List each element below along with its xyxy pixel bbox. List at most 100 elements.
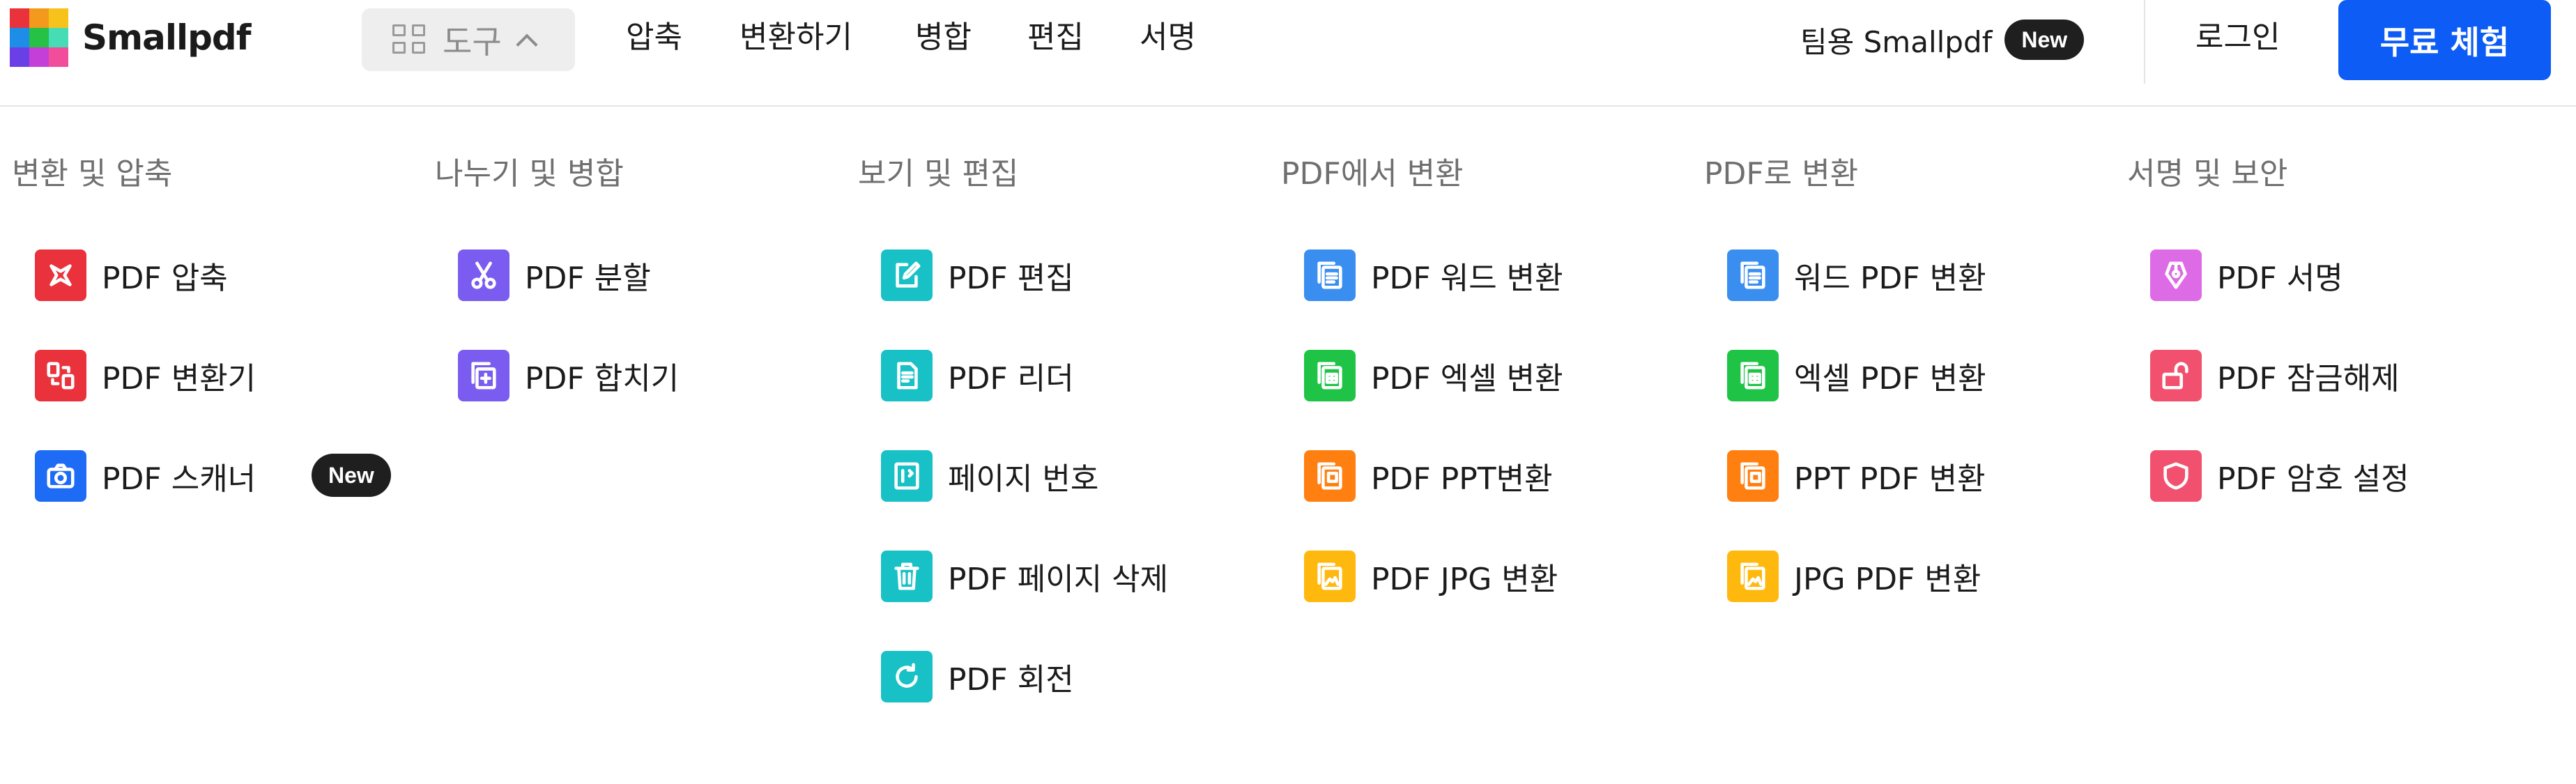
grid-icon	[392, 24, 427, 55]
camera-icon	[35, 449, 86, 502]
smallpdf-logo-mark	[10, 8, 68, 67]
menu-column: PDF로 변환워드 PDF 변환엑셀 PDF 변환 PPT PDF 변환 JPG P…	[1704, 146, 2122, 602]
scissors-icon	[458, 249, 509, 301]
menu-item-label: PDF 변환기	[102, 360, 256, 397]
logo-square	[29, 8, 49, 28]
team-smallpdf-link[interactable]: 팀용 Smallpdf New	[1800, 15, 2085, 64]
menu-item[interactable]: PDF 분할	[458, 249, 679, 301]
menu-item[interactable]: PDF 변환기	[35, 349, 256, 401]
menu-item-label: 워드 PDF 변환	[1794, 260, 1986, 296]
edit-icon	[881, 249, 933, 301]
merge-icon	[458, 349, 509, 401]
menu-item[interactable]: 워드 PDF 변환	[1727, 249, 1986, 301]
menu-item[interactable]: PDF 스캐너 New	[35, 449, 391, 502]
brand-name: Smallpdf	[82, 17, 251, 58]
menu-item-label: 엑셀 PDF 변환	[1794, 360, 1986, 397]
menu-item-label: PDF 엑셀 변환	[1371, 360, 1563, 397]
menu-item-label: PPT PDF 변환	[1794, 461, 1986, 497]
menu-item[interactable]: PDF 합치기	[458, 349, 679, 401]
word-icon	[1727, 249, 1779, 301]
excel-icon	[1304, 349, 1356, 401]
menu-item[interactable]: PDF 엑셀 변환	[1304, 349, 1563, 401]
menu-item-label: PDF 스캐너	[102, 461, 256, 497]
menu-item[interactable]: PDF 잠금해제	[2150, 349, 2409, 401]
free-trial-button[interactable]: 무료 체험	[2338, 0, 2551, 80]
nav-compress[interactable]: 압축	[626, 10, 682, 66]
menu-item-label: PDF 서명	[2217, 260, 2343, 296]
login-link[interactable]: 로그인	[2195, 10, 2280, 66]
menu-column-title: 서명 및 보안	[2127, 156, 2288, 192]
new-badge: New	[2004, 20, 2085, 60]
menu-column: 보기 및 편집 PDF 편집 PDF 리더페이지 번호 PDF 페이지 삭제 PDF 회…	[858, 146, 1276, 702]
team-smallpdf-label: 팀용 Smallpdf	[1800, 24, 1993, 59]
menu-item[interactable]: PDF 워드 변환	[1304, 249, 1563, 301]
menu-item-list: PDF 분할 PDF 합치기	[458, 249, 679, 449]
tools-menu-button[interactable]: 도구	[362, 8, 575, 71]
menu-item[interactable]: 페이지 번호	[881, 449, 1168, 502]
menu-item-label: PDF 회전	[948, 661, 1074, 698]
pen-icon	[2150, 249, 2202, 301]
header-divider	[2144, 0, 2145, 84]
nav-merge[interactable]: 병합	[915, 10, 972, 66]
jpg-icon	[1727, 550, 1779, 602]
ppt-icon	[1727, 449, 1779, 502]
nav-sign[interactable]: 서명	[1140, 10, 1196, 66]
menu-item-label: PDF 분할	[525, 260, 651, 296]
nav-convert[interactable]: 변환하기	[739, 10, 852, 66]
logo-square	[29, 28, 49, 47]
nav-edit[interactable]: 편집	[1027, 10, 1084, 66]
word-icon	[1304, 249, 1356, 301]
menu-item-label: JPG PDF 변환	[1794, 561, 1981, 597]
page-number-icon	[881, 449, 933, 502]
smallpdf-logo[interactable]: Smallpdf	[10, 8, 251, 67]
unlock-icon	[2150, 349, 2202, 401]
logo-square	[10, 47, 29, 67]
menu-item[interactable]: PDF 페이지 삭제	[881, 550, 1168, 602]
reader-icon	[881, 349, 933, 401]
menu-item-label: PDF 암호 설정	[2217, 461, 2409, 497]
menu-column: 나누기 및 병합 PDF 분할 PDF 합치기	[435, 146, 853, 401]
compress-icon	[35, 249, 86, 301]
menu-item-label: 페이지 번호	[948, 461, 1099, 497]
menu-item[interactable]: PDF 압축	[35, 249, 256, 301]
menu-item[interactable]: PDF PPT변환	[1304, 449, 1563, 502]
menu-item[interactable]: PDF JPG 변환	[1304, 550, 1563, 602]
menu-column-title: 나누기 및 병합	[435, 156, 624, 192]
menu-item[interactable]: PDF 서명	[2150, 249, 2409, 301]
logo-square	[10, 28, 29, 47]
convert-icon	[35, 349, 86, 401]
chevron-up-icon	[516, 29, 537, 50]
menu-item-label: PDF 리더	[948, 360, 1074, 397]
menu-item-list: PDF 서명 PDF 잠금해제 PDF 암호 설정	[2150, 249, 2409, 550]
menu-item[interactable]: PDF 암호 설정	[2150, 449, 2409, 502]
logo-square	[49, 47, 68, 67]
logo-square	[49, 8, 68, 28]
menu-item-label: PDF JPG 변환	[1371, 561, 1558, 597]
menu-item[interactable]: PPT PDF 변환	[1727, 449, 1986, 502]
menu-item-label: PDF 잠금해제	[2217, 360, 2400, 397]
trash-icon	[881, 550, 933, 602]
logo-square	[29, 47, 49, 67]
menu-column: 서명 및 보안 PDF 서명 PDF 잠금해제 PDF 암호 설정	[2127, 146, 2545, 502]
menu-item[interactable]: 엑셀 PDF 변환	[1727, 349, 1986, 401]
menu-item[interactable]: PDF 편집	[881, 249, 1168, 301]
jpg-icon	[1304, 550, 1356, 602]
menu-item[interactable]: JPG PDF 변환	[1727, 550, 1986, 602]
menu-item-list: PDF 워드 변환 PDF 엑셀 변환 PDF PPT변환 PDF JPG 변환	[1304, 249, 1563, 650]
top-navigation-bar: Smallpdf 도구 압축 변환하기 병합 편집 서명 팀용 Smallpdf…	[0, 0, 2576, 107]
excel-icon	[1727, 349, 1779, 401]
menu-column-title: PDF로 변환	[1704, 156, 1859, 192]
menu-item-label: PDF 합치기	[525, 360, 680, 397]
menu-item-label: PDF PPT변환	[1371, 461, 1553, 497]
menu-item-label: PDF 편집	[948, 260, 1074, 296]
menu-item-list: 워드 PDF 변환엑셀 PDF 변환 PPT PDF 변환 JPG PDF 변환	[1727, 249, 1986, 650]
menu-item[interactable]: PDF 리더	[881, 349, 1168, 401]
ppt-icon	[1304, 449, 1356, 502]
menu-item[interactable]: PDF 회전	[881, 650, 1168, 702]
menu-item-label: PDF 압축	[102, 260, 228, 296]
menu-column-title: 변환 및 압축	[12, 156, 173, 192]
logo-square	[49, 28, 68, 47]
menu-item-label: PDF 페이지 삭제	[948, 561, 1169, 597]
menu-column-title: 보기 및 편집	[858, 156, 1019, 192]
menu-column-title: PDF에서 변환	[1281, 156, 1464, 192]
